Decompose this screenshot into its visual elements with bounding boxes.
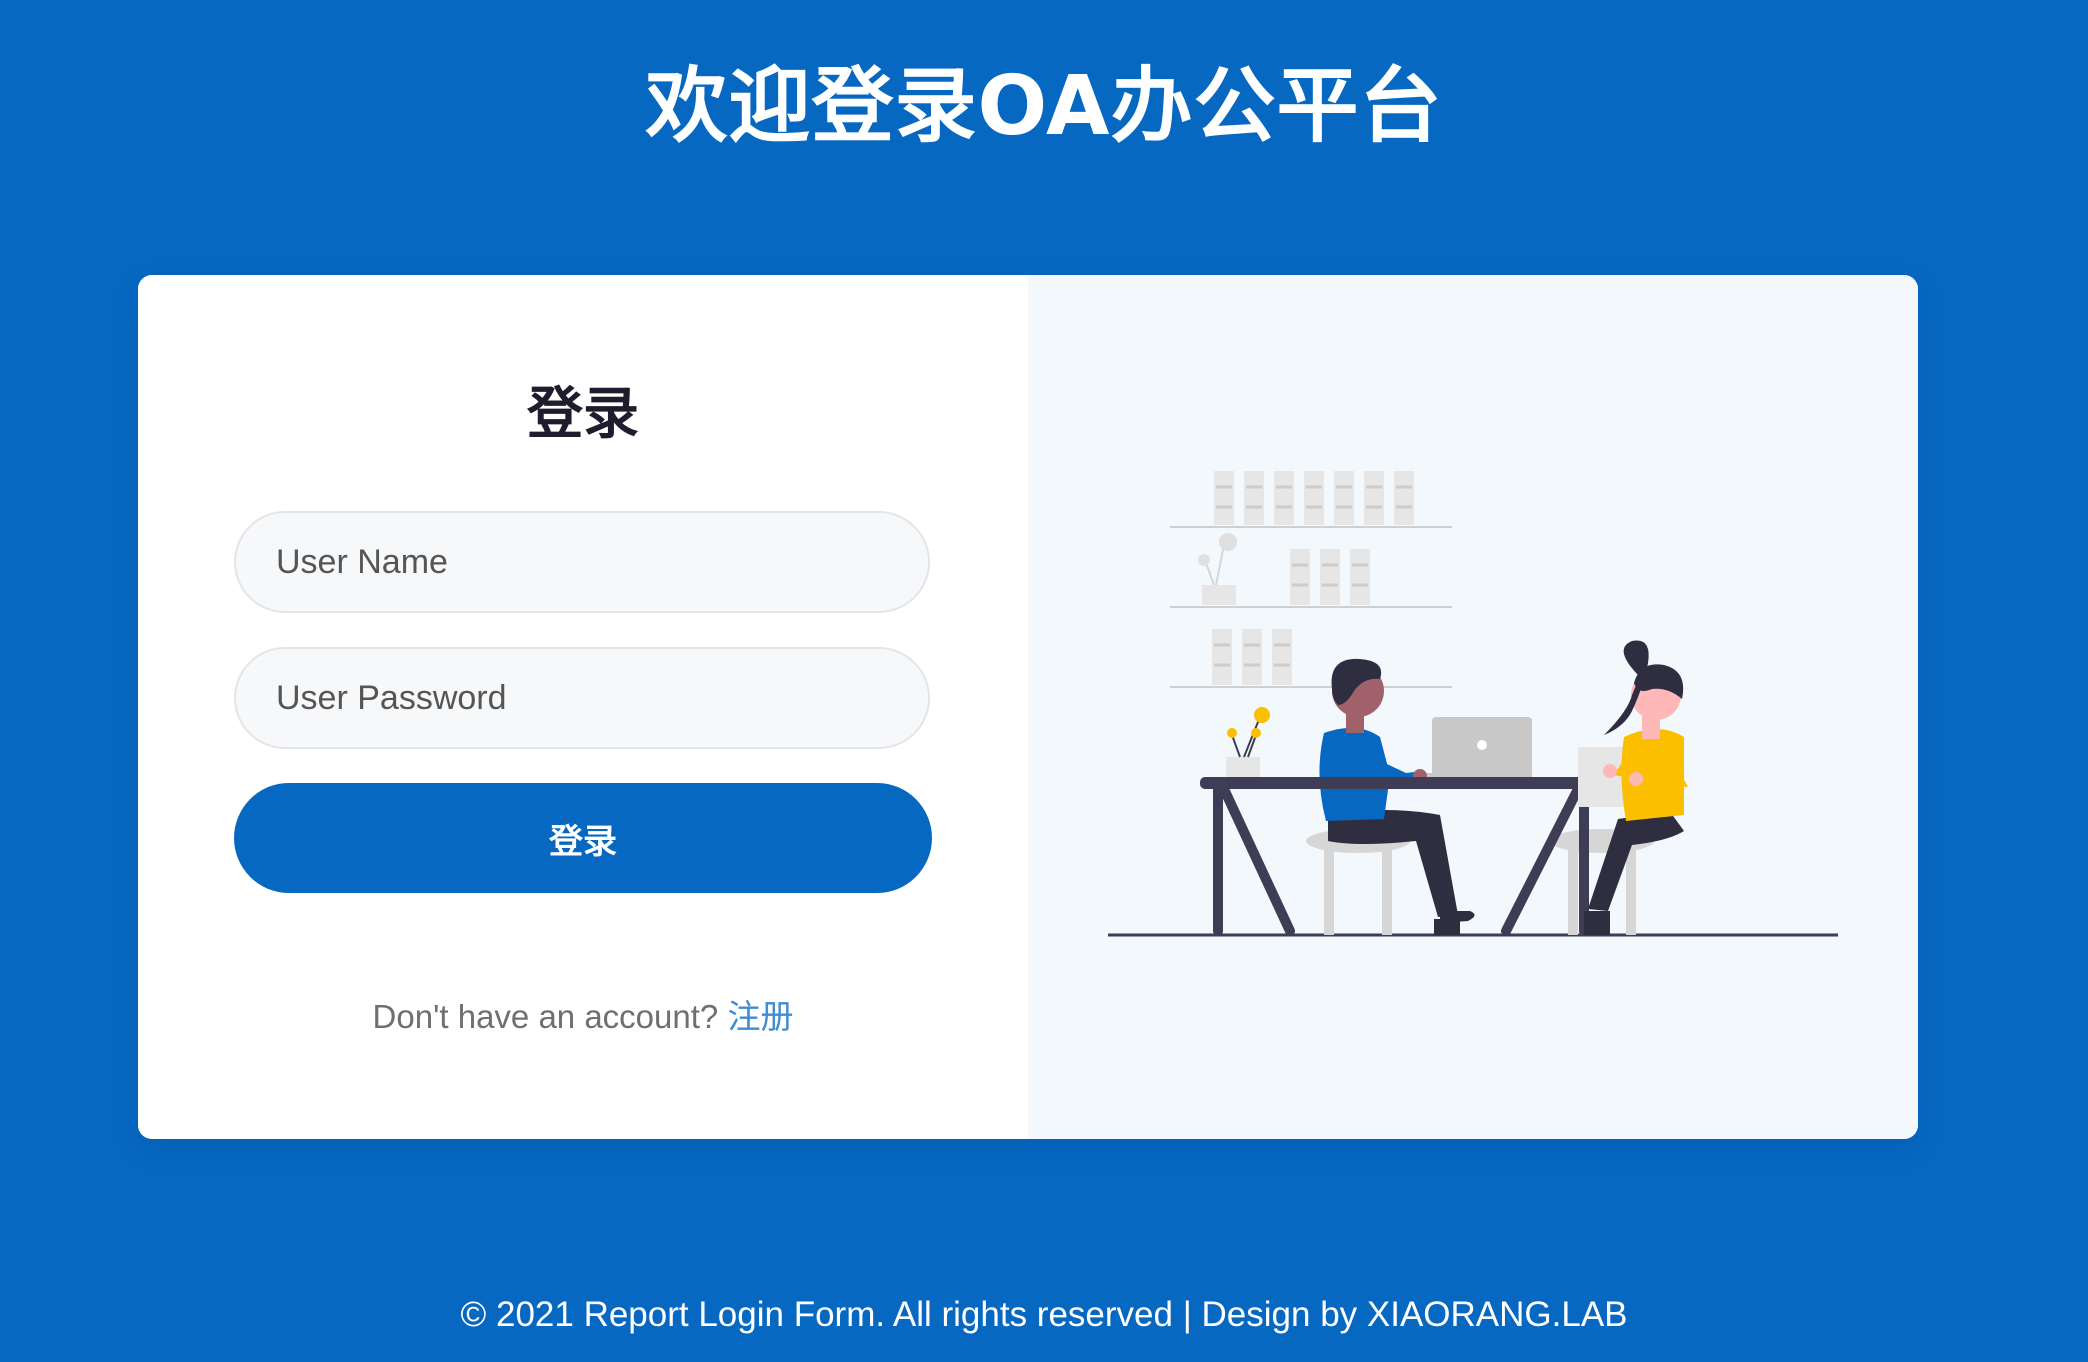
books-top-shelf [1214,471,1414,525]
signup-prompt: Don't have an account? [372,998,719,1035]
username-input[interactable] [234,511,930,613]
login-card: 登录 登录 Don't have an account? 注册 [138,275,1918,1139]
laptop [1404,717,1532,778]
signup-line: Don't have an account? 注册 [138,995,1028,1039]
books-middle-shelf [1290,549,1370,605]
flower-pot [1226,707,1270,777]
signup-link[interactable]: 注册 [727,997,793,1036]
books-bottom-shelf [1212,629,1292,685]
person-left [1319,658,1475,935]
illustration-panel [1028,275,1918,1139]
plant-middle-shelf [1198,533,1237,605]
login-form-panel: 登录 登录 Don't have an account? 注册 [138,275,1028,1139]
login-button[interactable]: 登录 [234,783,932,893]
desk [1200,777,1602,936]
footer-copyright: © 2021 Report Login Form. All rights res… [460,1295,1628,1334]
password-input[interactable] [234,647,930,749]
stool-left [1306,829,1410,935]
office-teamwork-illustration [1108,471,1838,937]
page-title: 欢迎登录OA办公平台 [645,59,1443,154]
login-form-title: 登录 [527,382,639,447]
